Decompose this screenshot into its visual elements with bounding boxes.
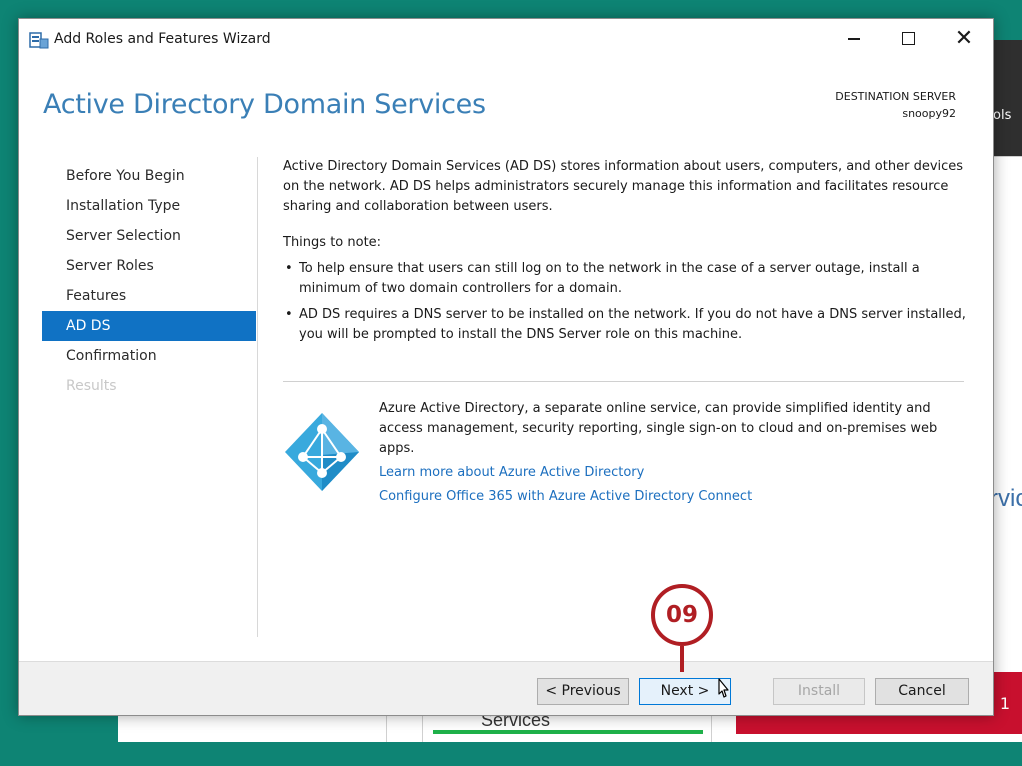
server-manager-side-panel (994, 156, 1022, 676)
maximize-icon (901, 31, 915, 45)
tools-menu-partial[interactable]: ols (993, 108, 1011, 123)
maximize-button[interactable] (885, 19, 931, 57)
nav-item-before-you-begin[interactable]: Before You Begin (42, 161, 256, 191)
window-title: Add Roles and Features Wizard (54, 31, 271, 47)
cancel-button[interactable]: Cancel (875, 678, 969, 705)
nav-item-confirmation[interactable]: Confirmation (42, 341, 256, 371)
title-bar[interactable]: Add Roles and Features Wizard ✕ (19, 19, 993, 61)
page-title: Active Directory Domain Services (43, 89, 486, 120)
services-heading-partial: rvic (990, 485, 1022, 512)
alert-count: 1 (999, 694, 1010, 713)
minimize-icon (848, 38, 860, 40)
callout-pointer-line (680, 646, 684, 672)
step-callout: 09 (651, 584, 713, 646)
intro-text: Active Directory Domain Services (AD DS)… (283, 159, 964, 214)
install-button: Install (773, 678, 865, 705)
learn-more-azure-link[interactable]: Learn more about Azure Active Directory (379, 463, 961, 483)
notes-heading: Things to note: (283, 235, 382, 250)
nav-item-server-roles[interactable]: Server Roles (42, 251, 256, 281)
azure-info: Azure Active Directory, a separate onlin… (379, 399, 961, 507)
wizard-steps-nav: Before You Begin Installation Type Serve… (42, 161, 256, 401)
note-item: To help ensure that users can still log … (283, 259, 973, 299)
services-status-bar (433, 730, 703, 734)
services-tile[interactable]: Services (422, 710, 712, 742)
destination-server-label: DESTINATION SERVER (835, 90, 956, 103)
previous-button[interactable]: < Previous (537, 678, 629, 705)
server-manager-menubar (994, 40, 1022, 156)
tile-divider (386, 716, 387, 742)
content-pane: Active Directory Domain Services (AD DS)… (283, 157, 973, 504)
notes-list: To help ensure that users can still log … (283, 259, 973, 345)
add-roles-wizard-window: Add Roles and Features Wizard ✕ Active D… (18, 18, 994, 716)
section-divider (283, 381, 964, 382)
note-item: AD DS requires a DNS server to be instal… (283, 305, 973, 345)
nav-item-features[interactable]: Features (42, 281, 256, 311)
configure-office365-link[interactable]: Configure Office 365 with Azure Active D… (379, 487, 961, 507)
destination-server-name: snoopy92 (902, 107, 956, 120)
server-manager-icon (29, 32, 49, 49)
nav-item-server-selection[interactable]: Server Selection (42, 221, 256, 251)
wizard-footer: < Previous Next > Install Cancel (19, 661, 993, 715)
nav-item-ad-ds[interactable]: AD DS (42, 311, 256, 341)
azure-description: Azure Active Directory, a separate onlin… (379, 401, 938, 456)
mouse-cursor-icon (718, 678, 729, 698)
nav-item-results: Results (66, 378, 117, 394)
nav-item-installation-type[interactable]: Installation Type (42, 191, 256, 221)
minimize-button[interactable] (831, 19, 877, 57)
nav-divider (257, 157, 258, 637)
azure-ad-icon (285, 413, 359, 491)
close-icon: ✕ (954, 25, 974, 51)
close-button[interactable]: ✕ (941, 19, 987, 57)
